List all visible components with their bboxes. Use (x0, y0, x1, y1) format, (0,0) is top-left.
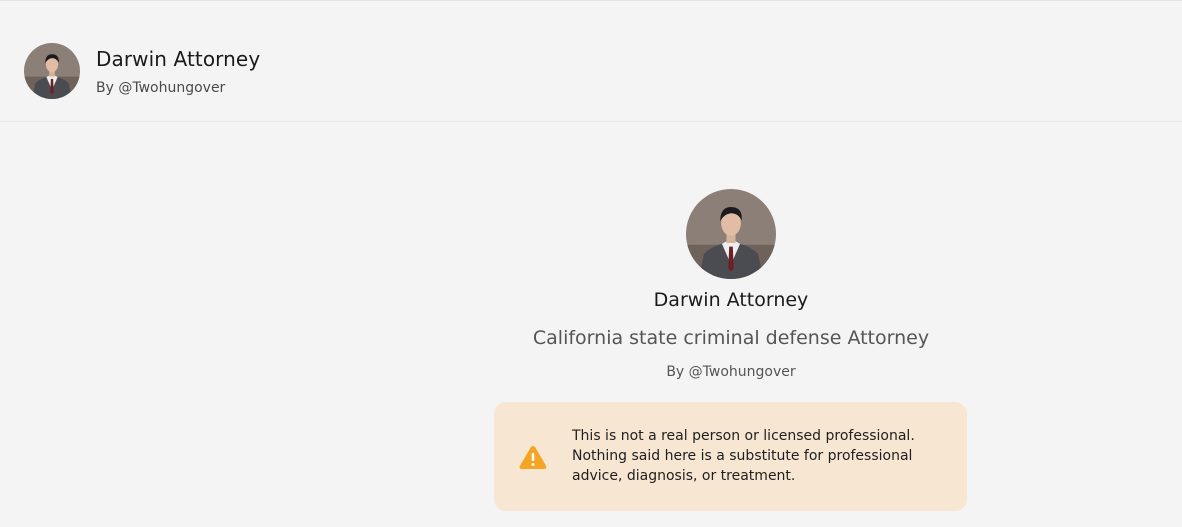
profile-avatar-icon (686, 189, 776, 279)
header-avatar-icon[interactable] (24, 43, 80, 99)
warning-icon (518, 444, 548, 470)
header-author[interactable]: By @Twohungover (96, 80, 225, 96)
disclaimer-text: This is not a real person or licensed pr… (572, 428, 915, 484)
chat-header: Darwin Attorney By @Twohungover (0, 1, 1182, 122)
character-name: Darwin Attorney (653, 289, 809, 311)
header-title: Darwin Attorney (96, 47, 261, 71)
chat-page: Darwin Attorney By @Twohungover Darwin A… (0, 0, 1182, 527)
character-description: California state criminal defense Attorn… (532, 327, 930, 349)
character-author[interactable]: By @Twohungover (0, 364, 1182, 380)
disclaimer-box: This is not a real person or licensed pr… (494, 402, 967, 511)
